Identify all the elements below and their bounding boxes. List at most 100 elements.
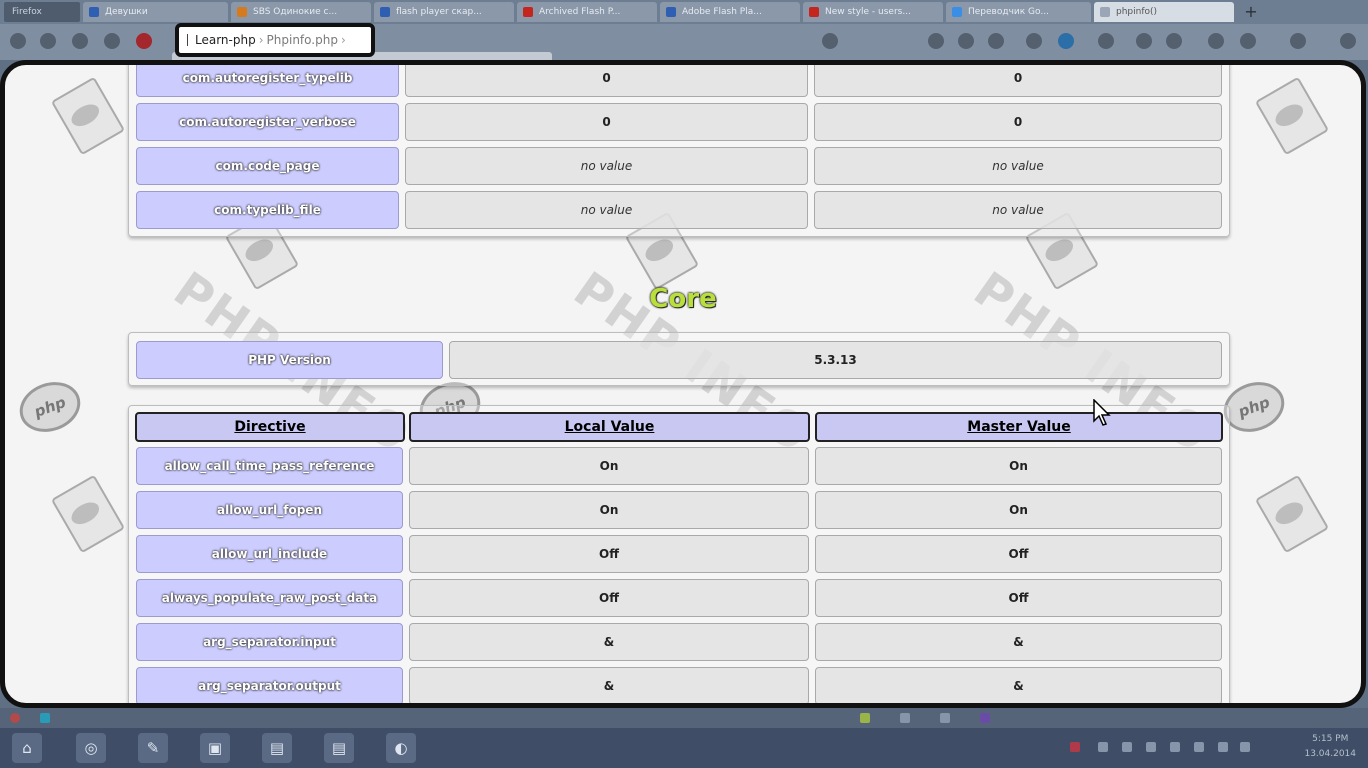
browser-tab-label: New style - users... (825, 7, 911, 17)
tray-icon[interactable] (1146, 742, 1156, 752)
breadcrumb-item-phpinfo[interactable]: Phpinfo.php (267, 33, 338, 47)
section-title-core: Core (649, 284, 717, 314)
php-document-icon (50, 76, 126, 156)
table-row-master-value: Off (815, 579, 1222, 617)
clock-time: 5:15 PM (1312, 734, 1349, 744)
addon-icon[interactable] (10, 713, 20, 723)
media-icon[interactable]: ▣ (200, 733, 230, 763)
table-row-local-value: 0 (405, 103, 808, 141)
php-document-icon (1254, 474, 1330, 554)
table-row-master-value: 0 (814, 65, 1222, 97)
addon-icon[interactable] (980, 713, 990, 723)
download-icon[interactable] (988, 33, 1004, 49)
player-icon[interactable]: ◐ (386, 733, 416, 763)
phpinfo-page[interactable]: PHP INFO PHP INFO PHP INFO php php php C… (0, 60, 1366, 708)
browser-tab[interactable]: Archived Flash P... (517, 2, 657, 22)
stop-icon[interactable] (136, 33, 152, 49)
volume-icon[interactable] (1240, 742, 1250, 752)
addon-icon[interactable] (940, 713, 950, 723)
table-row-local-value: no value (405, 191, 808, 229)
firefox-menu-button[interactable]: Firefox (4, 2, 80, 22)
table-row-directive: allow_call_time_pass_reference (136, 447, 403, 485)
tray-icon[interactable] (1170, 742, 1180, 752)
menu-icon[interactable] (1208, 33, 1224, 49)
table-row-directive: com.code_page (136, 147, 399, 185)
favicon-icon (666, 7, 676, 17)
addon-icon[interactable] (40, 713, 50, 723)
browser-tab-label: SBS Одинокие с... (253, 7, 338, 17)
plus-icon[interactable] (928, 33, 944, 49)
back-icon[interactable] (10, 33, 26, 49)
browser-tab[interactable]: New style - users... (803, 2, 943, 22)
tray-icon[interactable] (1098, 742, 1108, 752)
php-document-icon (1254, 76, 1330, 156)
folder-icon[interactable]: ▤ (262, 733, 292, 763)
browser-tab[interactable]: Adobe Flash Pla... (660, 2, 800, 22)
globe-icon[interactable] (1058, 33, 1074, 49)
table-row-local-value: On (409, 447, 809, 485)
browser-tab[interactable]: Девушки (83, 2, 228, 22)
table-row-master-value: On (815, 491, 1222, 529)
table-row-local-value: Off (409, 535, 809, 573)
tray-icon[interactable] (1070, 742, 1080, 752)
chevron-right-icon: › (340, 33, 346, 47)
browser-tab[interactable]: SBS Одинокие с... (231, 2, 371, 22)
text-cursor-bar (187, 34, 188, 46)
tray-icon[interactable] (1122, 742, 1132, 752)
hand-icon[interactable] (72, 33, 88, 49)
folder-icon[interactable]: ▤ (324, 733, 354, 763)
tray-icon[interactable] (1218, 742, 1228, 752)
home-icon[interactable]: ⌂ (12, 733, 42, 763)
tools-icon[interactable]: ✎ (138, 733, 168, 763)
table-row-directive: allow_url_include (136, 535, 403, 573)
browser-tab-label: Переводчик Go... (968, 7, 1049, 17)
table-row-master-value: no value (814, 191, 1222, 229)
browser-tab[interactable]: Переводчик Go... (946, 2, 1091, 22)
favicon-icon (1100, 7, 1110, 17)
overflow-icon[interactable] (1340, 33, 1356, 49)
bookmarks-icon[interactable] (1136, 33, 1152, 49)
system-clock[interactable]: 5:15 PM 13.04.2014 (1304, 732, 1356, 762)
favicon-icon (237, 7, 247, 17)
table-row-master-value: Off (815, 535, 1222, 573)
sync-icon[interactable] (1026, 33, 1042, 49)
browser-tab[interactable]: phpinfo() (1094, 2, 1234, 22)
moon-icon[interactable] (1290, 33, 1306, 49)
favicon-icon (89, 7, 99, 17)
table-row-directive: always_populate_raw_post_data (136, 579, 403, 617)
tray-icon[interactable] (1194, 742, 1204, 752)
addon-icon[interactable] (900, 713, 910, 723)
new-tab-button[interactable]: + (1240, 2, 1262, 22)
addon-icon[interactable] (1098, 33, 1114, 49)
favicon-icon (380, 7, 390, 17)
star-icon[interactable] (1166, 33, 1182, 49)
table-row-directive: com.autoregister_verbose (136, 103, 399, 141)
home-icon[interactable] (958, 33, 974, 49)
browser-tab-label: Девушки (105, 7, 148, 17)
browser-icon[interactable]: ◎ (76, 733, 106, 763)
table-row-directive: com.typelib_file (136, 191, 399, 229)
php-logo-icon: php (12, 373, 88, 441)
table-row-local-value: & (409, 667, 809, 703)
favicon-icon (952, 7, 962, 17)
table-row-directive: com.autoregister_typelib (136, 65, 399, 97)
tools-icon[interactable] (1240, 33, 1256, 49)
table-row-directive: arg_separator.input (136, 623, 403, 661)
table-row-directive: arg_separator.output (136, 667, 403, 703)
php-version-value: 5.3.13 (449, 341, 1222, 379)
table-row-local-value: Off (409, 579, 809, 617)
table-row-master-value: no value (814, 147, 1222, 185)
browser-tab[interactable]: flash player скар... (374, 2, 514, 22)
bookmark-star-icon[interactable] (822, 33, 838, 49)
table-row-local-value: & (409, 623, 809, 661)
forward-icon[interactable] (40, 33, 56, 49)
pen-icon[interactable] (104, 33, 120, 49)
browser-tab-label: Archived Flash P... (539, 7, 621, 17)
browser-tab-label: flash player скар... (396, 7, 482, 17)
breadcrumb-item-learn-php[interactable]: Learn-php (195, 33, 256, 47)
table-row-directive: allow_url_fopen (136, 491, 403, 529)
mouse-pointer-icon (1093, 399, 1111, 426)
column-header-directive: Directive (135, 412, 405, 442)
table-row-master-value: & (815, 667, 1222, 703)
addon-icon[interactable] (860, 713, 870, 723)
